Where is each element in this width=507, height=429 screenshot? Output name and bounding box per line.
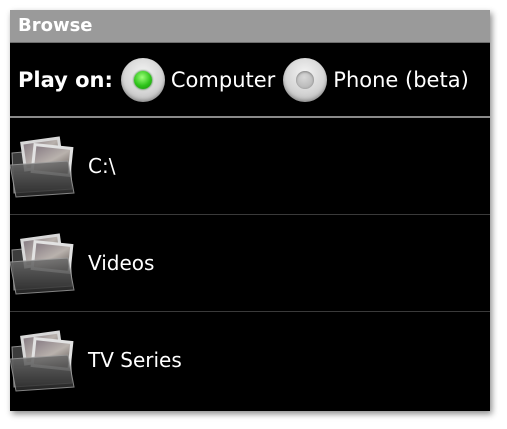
radio-phone-label: Phone (beta) <box>333 67 469 92</box>
list-item-tv-series[interactable]: TV Series <box>10 312 490 408</box>
photo-folder-icon <box>10 136 75 198</box>
list-item-c-drive[interactable]: C:\ <box>10 118 490 215</box>
radio-computer-label: Computer <box>170 67 276 92</box>
radio-button-computer[interactable] <box>120 57 165 102</box>
play-on-bar: Play on: Computer Phone (beta) <box>10 43 490 118</box>
folder-label: Videos <box>88 251 155 275</box>
radio-unselected-indicator <box>296 70 315 89</box>
play-on-label: Play on: <box>18 67 113 92</box>
list-item-videos[interactable]: Videos <box>10 215 490 312</box>
radio-computer[interactable]: Computer <box>120 57 276 102</box>
folder-list: C:\ Videos TV Series <box>10 118 490 408</box>
folder-label: C:\ <box>88 154 116 178</box>
photo-folder-icon <box>10 233 75 295</box>
window-title: Browse <box>10 10 490 43</box>
radio-selected-indicator <box>133 70 152 89</box>
photo-folder-icon <box>10 330 75 392</box>
radio-phone[interactable]: Phone (beta) <box>283 57 469 102</box>
browse-window: Browse Play on: Computer Phone (beta) C:… <box>10 10 490 411</box>
radio-button-phone[interactable] <box>283 57 328 102</box>
folder-label: TV Series <box>88 348 182 372</box>
